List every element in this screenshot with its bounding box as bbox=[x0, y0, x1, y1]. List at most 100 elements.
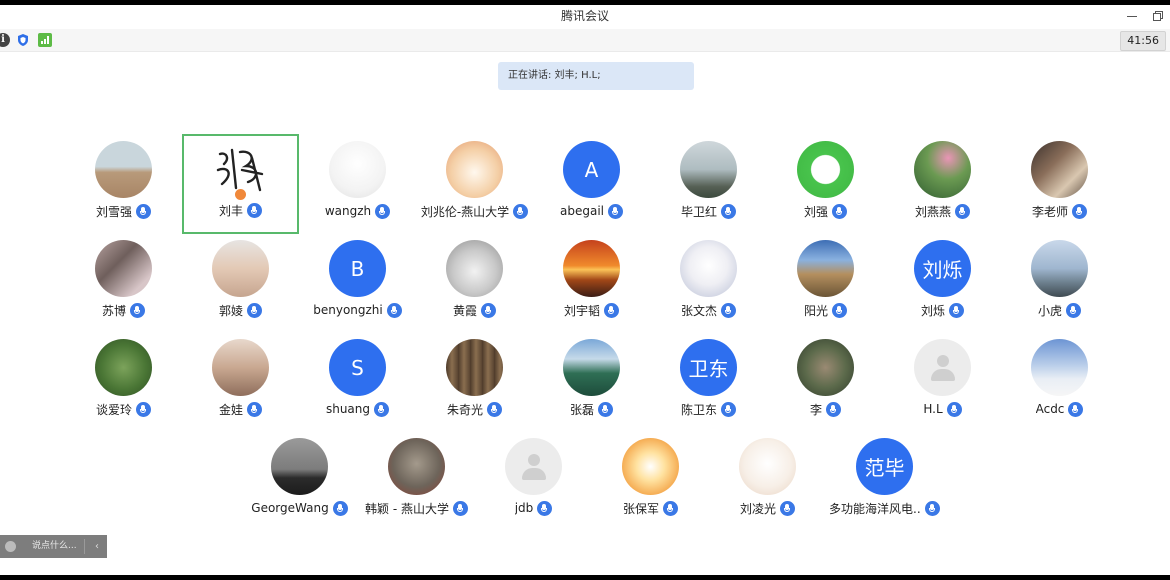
participant-tile[interactable]: 李老师 bbox=[1001, 134, 1118, 234]
participant-tile[interactable]: H.L bbox=[884, 332, 1001, 432]
microphone-icon bbox=[826, 401, 841, 417]
participant-tile[interactable]: 刘宇韬 bbox=[533, 233, 650, 333]
microphone-icon bbox=[832, 203, 847, 219]
microphone-icon bbox=[949, 302, 964, 318]
participant-tile[interactable]: Sshuang bbox=[299, 332, 416, 432]
participant-name-row: Acdc bbox=[1001, 400, 1118, 418]
participant-name-row: shuang bbox=[299, 400, 416, 418]
participant-tile[interactable]: 李 bbox=[767, 332, 884, 432]
avatar bbox=[271, 438, 328, 495]
microphone-icon bbox=[374, 401, 390, 417]
microphone-icon bbox=[452, 500, 468, 516]
participant-tile[interactable]: 刘强 bbox=[767, 134, 884, 234]
participant-name: 毕卫红 bbox=[680, 204, 717, 219]
participant-tile[interactable]: 韩颖 - 燕山大学 bbox=[358, 431, 475, 531]
meeting-timer: 41:56 bbox=[1120, 31, 1166, 51]
microphone-icon bbox=[247, 302, 262, 318]
participant-name: 刘丰 bbox=[218, 203, 243, 218]
avatar bbox=[212, 339, 269, 396]
participant-tile[interactable]: Bbenyongzhi bbox=[299, 233, 416, 333]
participant-tile[interactable]: 郭婈 bbox=[182, 233, 299, 333]
microphone-icon bbox=[955, 203, 970, 219]
participant-name: abegail bbox=[560, 204, 604, 218]
microphone-icon bbox=[608, 203, 623, 219]
chevron-left-icon[interactable]: ‹ bbox=[90, 535, 104, 558]
participant-name-row: GeorgeWang bbox=[241, 499, 358, 517]
participant-tile[interactable]: 黄霞 bbox=[416, 233, 533, 333]
chat-input-bar[interactable]: 说点什么... ‹ bbox=[0, 535, 107, 558]
microphone-icon bbox=[130, 302, 145, 318]
participant-name: 刘强 bbox=[803, 204, 828, 219]
participant-tile[interactable]: GeorgeWang bbox=[241, 431, 358, 531]
microphone-icon bbox=[1066, 302, 1081, 318]
divider bbox=[84, 539, 85, 554]
speaking-banner: 正在讲话: 刘丰; H.L; bbox=[498, 62, 694, 90]
avatar bbox=[914, 141, 971, 198]
microphone-icon bbox=[247, 202, 262, 218]
participant-tile[interactable]: Acdc bbox=[1001, 332, 1118, 432]
signal-icon[interactable] bbox=[38, 33, 52, 47]
avatar bbox=[680, 240, 737, 297]
participant-name: 黄霞 bbox=[452, 303, 477, 318]
avatar bbox=[563, 240, 620, 297]
info-icon[interactable]: i bbox=[0, 33, 10, 47]
participant-tile[interactable]: 刘丰 bbox=[182, 134, 299, 234]
participant-name-row: 金娃 bbox=[182, 400, 299, 418]
participant-tile[interactable]: 苏博 bbox=[65, 233, 182, 333]
participant-name: 刘兆伦-燕山大学 bbox=[420, 204, 510, 219]
participant-name-row: 韩颖 - 燕山大学 bbox=[358, 499, 475, 517]
participant-tile[interactable]: wangzh bbox=[299, 134, 416, 234]
minimize-icon[interactable] bbox=[1126, 10, 1138, 22]
microphone-icon bbox=[598, 401, 613, 417]
participant-tile[interactable]: 毕卫红 bbox=[650, 134, 767, 234]
participant-name-row: 李 bbox=[767, 400, 884, 418]
avatar bbox=[329, 141, 386, 198]
participant-name: 张保军 bbox=[622, 501, 659, 516]
participant-name-row: 刘雪强 bbox=[65, 202, 182, 220]
participant-name-row: 刘凌光 bbox=[709, 499, 826, 517]
avatar: B bbox=[329, 240, 386, 297]
participant-name-row: 张保军 bbox=[592, 499, 709, 517]
participant-tile[interactable]: 刘烁 刘烁 bbox=[884, 233, 1001, 333]
participant-name-row: 陈卫东 bbox=[650, 400, 767, 418]
participant-tile[interactable]: 张保军 bbox=[592, 431, 709, 531]
participant-tile[interactable]: jdb bbox=[475, 431, 592, 531]
shield-icon[interactable] bbox=[16, 33, 30, 47]
smile-icon[interactable] bbox=[5, 541, 16, 552]
participant-tile[interactable]: 范毕 多功能海洋风电... bbox=[826, 431, 943, 531]
avatar bbox=[797, 141, 854, 198]
participant-tile[interactable]: 张磊 bbox=[533, 332, 650, 432]
microphone-icon bbox=[721, 203, 736, 219]
participant-tile[interactable]: Aabegail bbox=[533, 134, 650, 234]
participant-tile[interactable]: 刘兆伦-燕山大学 bbox=[416, 134, 533, 234]
participant-name: benyongzhi bbox=[313, 303, 383, 317]
microphone-icon bbox=[136, 401, 151, 417]
participant-name: 郭婈 bbox=[218, 303, 243, 318]
person-icon bbox=[519, 452, 549, 482]
participant-name-row: wangzh bbox=[299, 202, 416, 220]
participant-tile[interactable]: 刘燕燕 bbox=[884, 134, 1001, 234]
participant-name-row: 张磊 bbox=[533, 400, 650, 418]
participant-tile[interactable]: 朱奇光 bbox=[416, 332, 533, 432]
participant-tile[interactable]: 金娃 bbox=[182, 332, 299, 432]
participant-name: wangzh bbox=[324, 204, 372, 218]
participant-name-row: abegail bbox=[533, 202, 650, 220]
participant-tile[interactable]: 刘凌光 bbox=[709, 431, 826, 531]
participant-tile[interactable]: 卫东 陈卫东 bbox=[650, 332, 767, 432]
avatar bbox=[622, 438, 679, 495]
participant-name: jdb bbox=[514, 501, 534, 515]
microphone-icon bbox=[247, 401, 262, 417]
microphone-icon bbox=[832, 302, 847, 318]
participant-tile[interactable]: 阳光 bbox=[767, 233, 884, 333]
participant-name: 苏博 bbox=[101, 303, 126, 318]
participant-name: 刘凌光 bbox=[739, 501, 776, 516]
participant-tile[interactable]: 谈爱玲 bbox=[65, 332, 182, 432]
participant-tile[interactable]: 小虎 bbox=[1001, 233, 1118, 333]
participant-name-row: 刘丰 bbox=[184, 201, 297, 219]
participant-name-row: 阳光 bbox=[767, 301, 884, 319]
microphone-icon bbox=[780, 500, 795, 516]
participant-tile[interactable]: 张文杰 bbox=[650, 233, 767, 333]
restore-icon[interactable] bbox=[1152, 10, 1164, 22]
participant-tile[interactable]: 刘雪强 bbox=[65, 134, 182, 234]
participant-name: 张文杰 bbox=[680, 303, 717, 318]
